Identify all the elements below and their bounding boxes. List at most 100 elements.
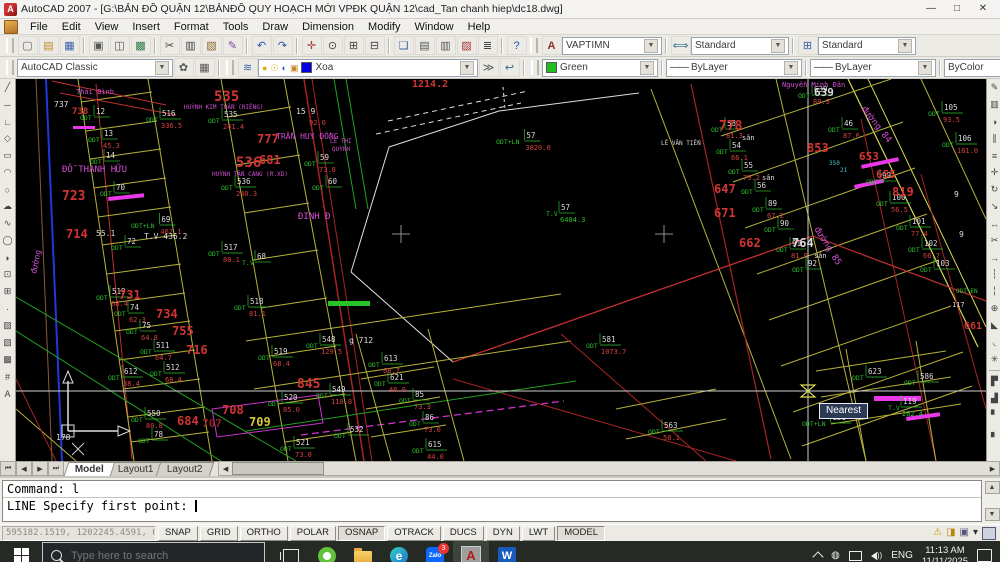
menu-view[interactable]: View bbox=[88, 21, 126, 33]
communication-center-icon[interactable]: ⚠ bbox=[933, 527, 942, 539]
toolbar-grip[interactable] bbox=[531, 60, 539, 75]
array-icon[interactable]: ≡ bbox=[988, 147, 1000, 164]
taskbar-coccoc[interactable] bbox=[309, 541, 345, 562]
ellipse-arc-icon[interactable]: ◗ bbox=[1, 249, 15, 266]
workspace-settings-icon[interactable]: ✿ bbox=[174, 58, 194, 77]
toolbar-lock-icon[interactable]: ◨ bbox=[946, 527, 955, 539]
fillet-icon[interactable]: ◟ bbox=[988, 334, 1000, 351]
layer-on-icon[interactable]: ● bbox=[262, 63, 267, 73]
text-style-combo[interactable]: VAPTIMN▼ bbox=[562, 37, 662, 55]
zoom-realtime-icon[interactable]: ⊙ bbox=[323, 36, 343, 55]
polygon-icon[interactable]: ◇ bbox=[1, 130, 15, 147]
lineweight-control-combo[interactable]: —— ByLayer▼ bbox=[810, 59, 936, 77]
menu-dimension[interactable]: Dimension bbox=[295, 21, 361, 33]
status-toggle-ortho[interactable]: ORTHO bbox=[240, 526, 288, 541]
tab-model[interactable]: Model bbox=[64, 462, 115, 476]
scroll-left-arrow[interactable]: ◀ bbox=[219, 463, 232, 474]
command-scrollbar[interactable]: ▲ ▼ bbox=[984, 478, 1000, 524]
status-toggle-osnap[interactable]: OSNAP bbox=[338, 526, 385, 541]
plot-preview-icon[interactable]: ◫ bbox=[110, 36, 130, 55]
line-icon[interactable]: ╱ bbox=[1, 79, 15, 96]
offset-icon[interactable]: ∥ bbox=[988, 130, 1000, 147]
break-at-point-icon[interactable]: ┆ bbox=[988, 266, 1000, 283]
layer-lock-icon[interactable]: ◐ bbox=[282, 63, 287, 73]
status-toggle-ducs[interactable]: DUCS bbox=[443, 526, 484, 541]
status-menu-arrow[interactable]: ▾ bbox=[973, 527, 978, 539]
command-prompt-line[interactable]: LINE Specify first point: bbox=[3, 497, 981, 514]
send-to-back-icon[interactable]: ▟ bbox=[988, 390, 1000, 407]
construction-line-icon[interactable]: ─ bbox=[1, 96, 15, 113]
help-icon[interactable]: ? bbox=[507, 36, 527, 55]
menu-modify[interactable]: Modify bbox=[361, 21, 407, 33]
workspaces-combo[interactable]: AutoCAD Classic▼ bbox=[17, 59, 173, 77]
break-icon[interactable]: ╎ bbox=[988, 283, 1000, 300]
pan-icon[interactable]: ✛ bbox=[302, 36, 322, 55]
toolbar-grip[interactable] bbox=[6, 38, 14, 53]
markup-icon[interactable]: ▨ bbox=[457, 36, 477, 55]
layer-freeze-icon[interactable]: ☉ bbox=[270, 63, 278, 73]
menu-help[interactable]: Help bbox=[461, 21, 498, 33]
taskbar-zalo[interactable]: Zalo 3 bbox=[417, 541, 453, 562]
region-icon[interactable]: ▩ bbox=[1, 351, 15, 368]
match-properties-icon[interactable]: ✎ bbox=[223, 36, 243, 55]
command-text-area[interactable]: Command: l LINE Specify first point: bbox=[2, 480, 982, 522]
dim-style-icon[interactable]: ⟺ bbox=[671, 36, 691, 55]
task-view-button[interactable] bbox=[273, 541, 309, 562]
linetype-control-combo[interactable]: —— ByLayer▼ bbox=[666, 59, 802, 77]
menu-insert[interactable]: Insert bbox=[125, 21, 167, 33]
ellipse-icon[interactable]: ◯ bbox=[1, 232, 15, 249]
tool-palettes-icon[interactable]: ▤ bbox=[415, 36, 435, 55]
redo-icon[interactable]: ↷ bbox=[273, 36, 293, 55]
undo-icon[interactable]: ↶ bbox=[252, 36, 272, 55]
taskbar-autocad[interactable]: A bbox=[453, 541, 489, 562]
layer-properties-manager-icon[interactable]: ≋ bbox=[238, 58, 258, 77]
zoom-window-icon[interactable]: ⊞ bbox=[344, 36, 364, 55]
menu-edit[interactable]: Edit bbox=[55, 21, 88, 33]
text-style-icon[interactable]: A bbox=[542, 36, 562, 55]
zoom-previous-icon[interactable]: ⊟ bbox=[365, 36, 385, 55]
table-icon[interactable]: # bbox=[1, 368, 15, 385]
erase-icon[interactable]: ✎ bbox=[988, 79, 1000, 96]
scroll-right-arrow[interactable]: ▶ bbox=[986, 463, 999, 474]
hatch-icon[interactable]: ▨ bbox=[1, 317, 15, 334]
rotate-icon[interactable]: ↻ bbox=[988, 181, 1000, 198]
status-toggle-grid[interactable]: GRID bbox=[200, 526, 238, 541]
cut-icon[interactable]: ✂ bbox=[160, 36, 180, 55]
stretch-icon[interactable]: ↔ bbox=[988, 215, 1000, 232]
status-toggle-snap[interactable]: SNAP bbox=[158, 526, 198, 541]
dim-style-combo[interactable]: Standard▼ bbox=[691, 37, 789, 55]
revision-cloud-icon[interactable]: ☁ bbox=[1, 198, 15, 215]
multiline-text-icon[interactable]: A bbox=[1, 385, 15, 402]
annotation-scale-icon[interactable]: ▣ bbox=[960, 527, 969, 539]
maximize-button[interactable]: □ bbox=[944, 1, 970, 17]
chamfer-icon[interactable]: ◣ bbox=[988, 317, 1000, 334]
layer-combo[interactable]: ● ☉ ◐ ▣ Xoa ▼ bbox=[258, 59, 478, 77]
taskbar-edge[interactable]: e bbox=[381, 541, 417, 562]
action-center-icon[interactable] bbox=[977, 549, 992, 562]
paste-icon[interactable]: ▧ bbox=[202, 36, 222, 55]
rectangle-icon[interactable]: ▭ bbox=[1, 147, 15, 164]
extend-icon[interactable]: → bbox=[988, 249, 1000, 266]
join-icon[interactable]: ⊕ bbox=[988, 300, 1000, 317]
taskbar-search[interactable] bbox=[42, 542, 265, 562]
menu-window[interactable]: Window bbox=[407, 21, 460, 33]
layer-plot-icon[interactable]: ▣ bbox=[290, 63, 299, 73]
tab-prev-button[interactable]: ◀ bbox=[16, 461, 32, 476]
minimize-button[interactable]: — bbox=[918, 1, 944, 17]
sheetset-manager-icon[interactable]: ▥ bbox=[436, 36, 456, 55]
designcenter-icon[interactable]: ❏ bbox=[394, 36, 414, 55]
move-icon[interactable]: ✛ bbox=[988, 164, 1000, 181]
menu-draw[interactable]: Draw bbox=[255, 21, 295, 33]
volume-icon[interactable]: )) bbox=[871, 551, 882, 560]
horizontal-scrollbar[interactable]: ◀ ▶ bbox=[218, 461, 1000, 476]
toolbar-grip[interactable] bbox=[226, 60, 234, 75]
tab-first-button[interactable]: ⏮ bbox=[0, 461, 16, 476]
cmd-scroll-down[interactable]: ▼ bbox=[985, 508, 1000, 521]
tray-expand-icon[interactable] bbox=[812, 551, 823, 562]
explode-icon[interactable]: ✳ bbox=[988, 351, 1000, 368]
close-button[interactable]: ✕ bbox=[970, 1, 996, 17]
plot-icon[interactable]: ▣ bbox=[89, 36, 109, 55]
taskbar-word[interactable]: W bbox=[489, 541, 525, 562]
toolbar-grip[interactable] bbox=[530, 38, 538, 53]
tab-next-button[interactable]: ▶ bbox=[32, 461, 48, 476]
